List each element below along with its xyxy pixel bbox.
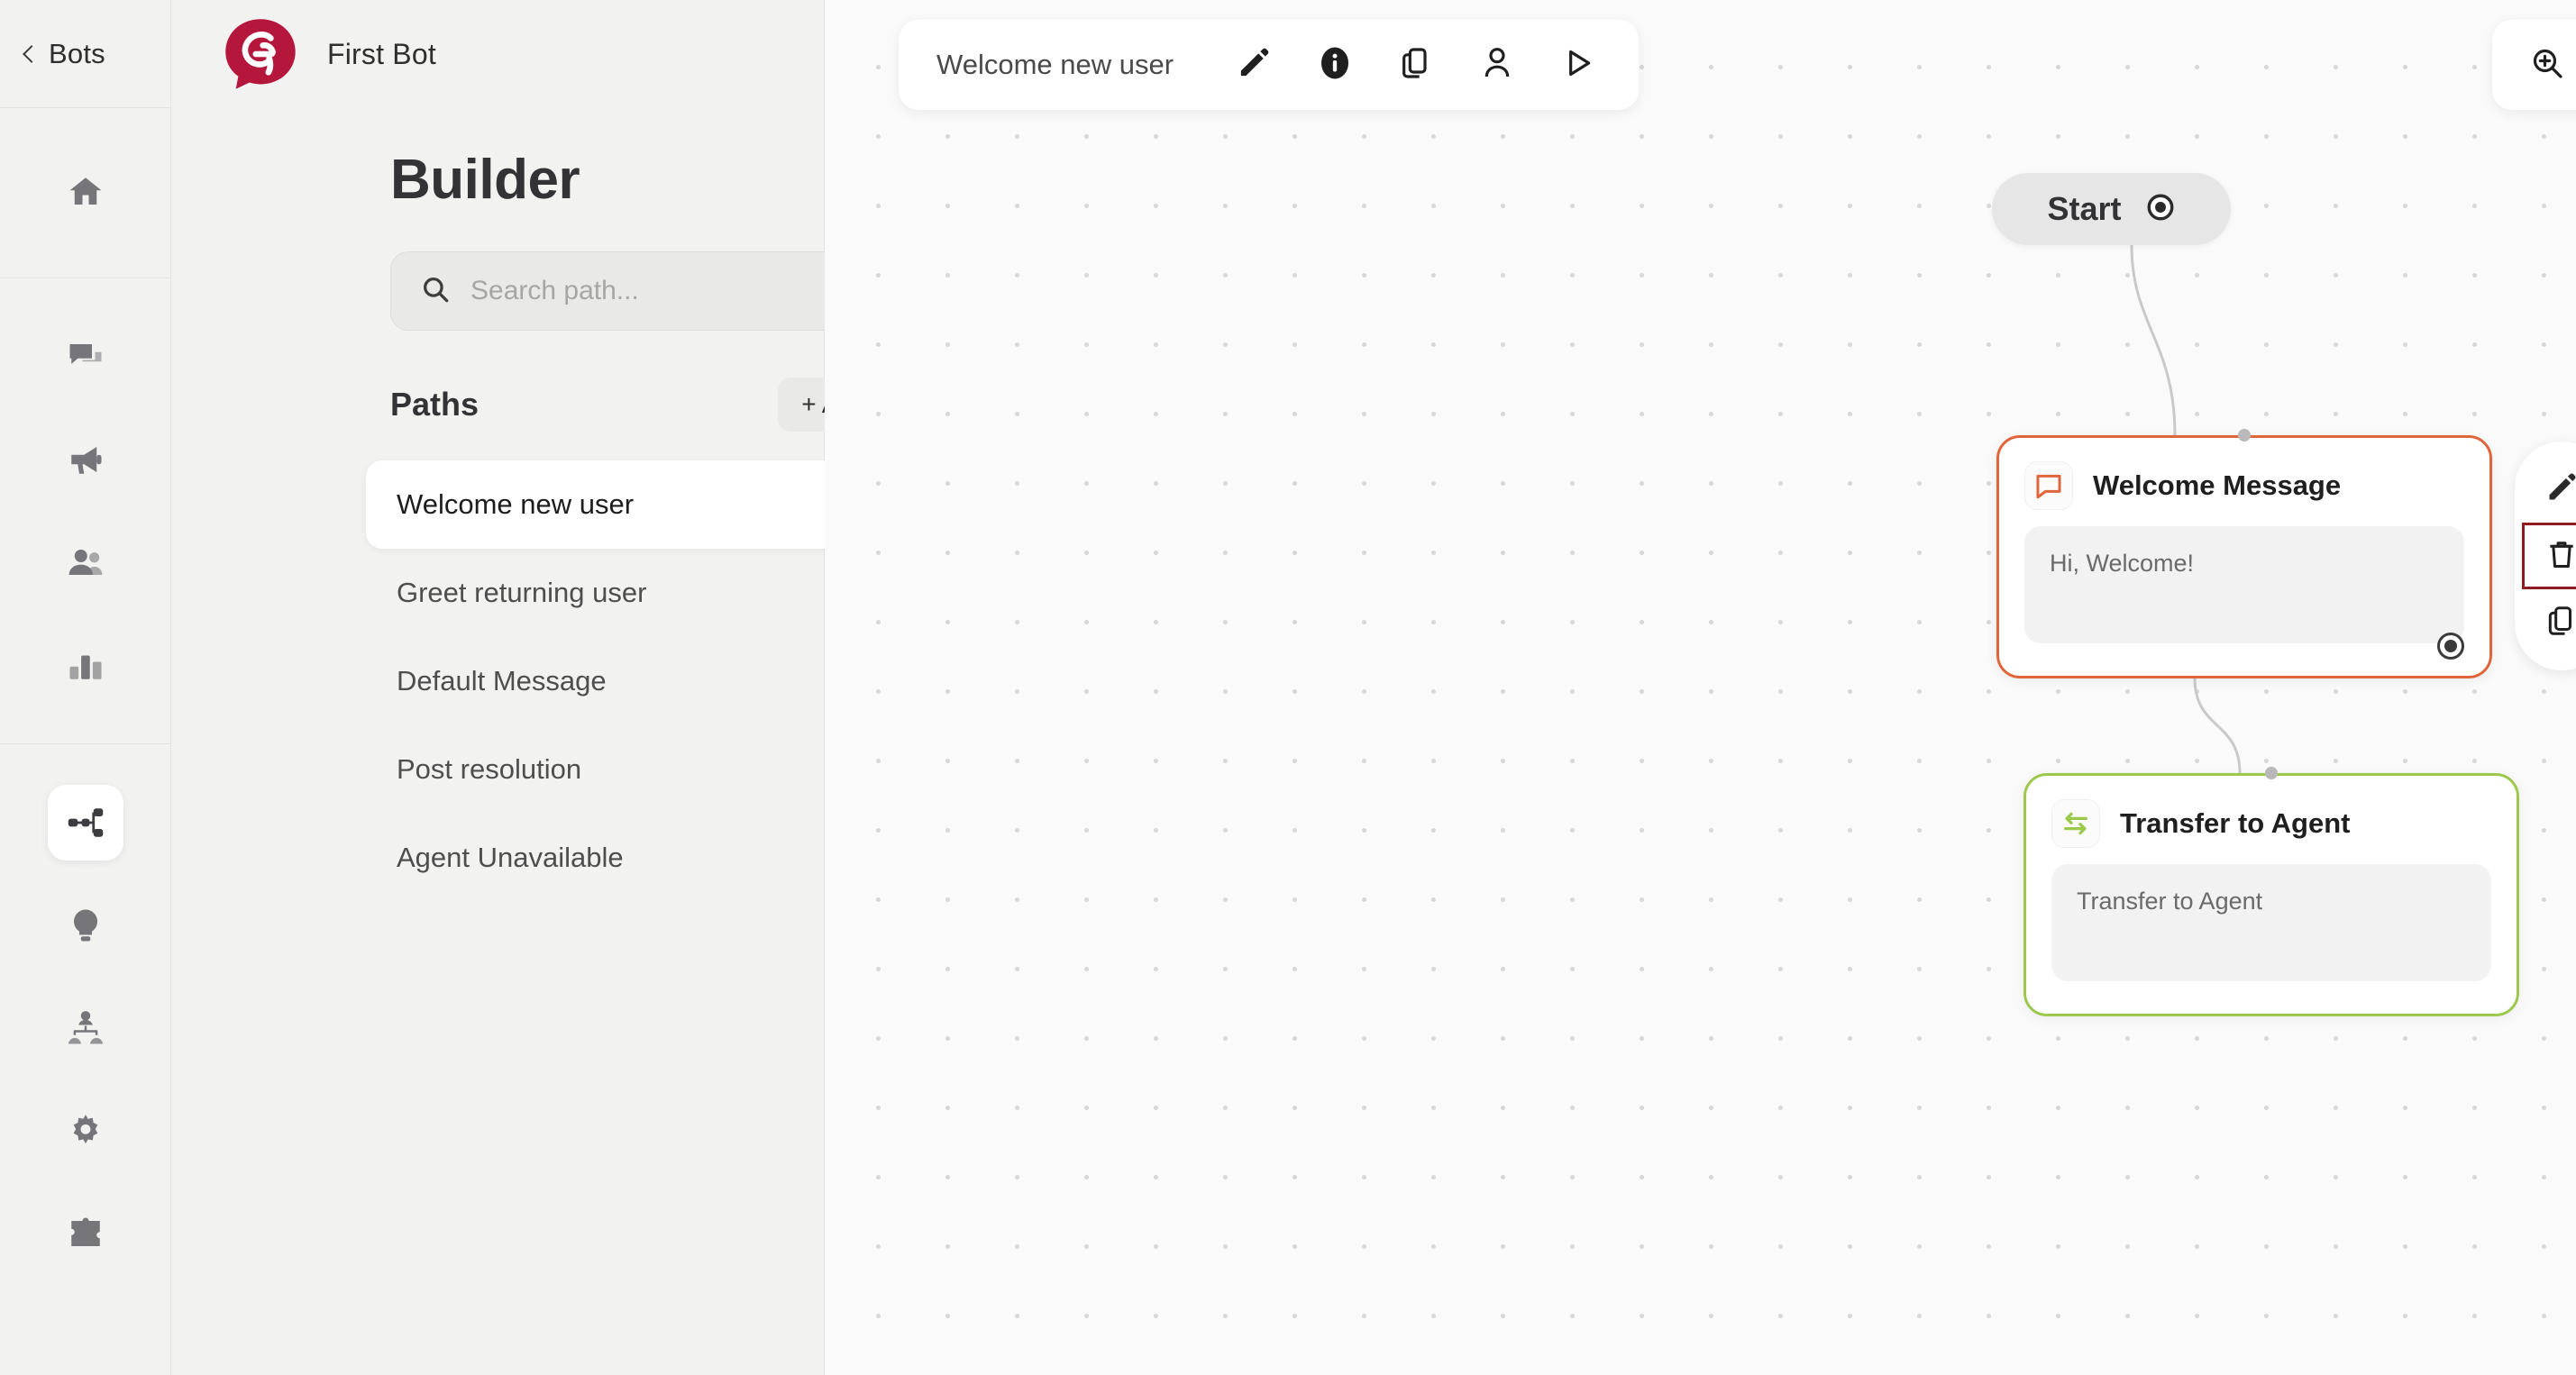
path-info-button[interactable]	[1312, 42, 1357, 87]
chat-bubble-icon	[2024, 461, 2073, 510]
icon-rail: Bots	[0, 0, 171, 1375]
sidebar-item-campaigns[interactable]	[48, 422, 123, 497]
person-icon	[1479, 45, 1515, 86]
node-welcome-message[interactable]: Welcome Message Hi, Welcome!	[1996, 429, 2492, 678]
output-port-icon[interactable]	[2145, 192, 2176, 227]
edit-node-button[interactable]	[2522, 456, 2576, 523]
sidebar-item-analytics[interactable]	[48, 627, 123, 703]
home-icon	[67, 173, 105, 211]
path-item-label: Agent Unavailable	[397, 842, 624, 873]
duplicate-node-button[interactable]	[2522, 589, 2576, 656]
node-input-handle[interactable]	[2238, 429, 2251, 442]
node-title: Welcome Message	[2093, 469, 2342, 501]
back-to-bots[interactable]: Bots	[0, 0, 170, 108]
bot-name: First Bot	[327, 37, 436, 70]
sidebar-item-conversations[interactable]	[48, 319, 123, 395]
play-icon	[1560, 45, 1596, 86]
sidebar-item-integrations[interactable]	[48, 1196, 123, 1271]
gear-icon	[67, 1112, 105, 1150]
path-item-label: Post resolution	[397, 753, 582, 785]
rail-group-primary	[0, 108, 170, 278]
node-header: Transfer to Agent	[2026, 776, 2517, 848]
node-output-port[interactable]	[2437, 633, 2464, 660]
sidebar-item-settings[interactable]	[48, 1093, 123, 1169]
node-input-handle[interactable]	[2265, 767, 2278, 779]
sitemap-icon	[67, 804, 105, 842]
bar-chart-icon	[67, 646, 105, 684]
sidebar-item-insights[interactable]	[48, 888, 123, 963]
node-action-menu	[2515, 442, 2576, 670]
sidebar-item-contacts[interactable]	[48, 524, 123, 600]
search-icon	[420, 274, 451, 309]
flow-edges	[2130, 244, 2242, 774]
path-item-label: Greet returning user	[397, 577, 647, 608]
paths-panel: First Bot Builder Paths + Add Path Welco…	[171, 0, 974, 1375]
panel-header: First Bot	[171, 0, 824, 108]
start-node[interactable]: Start	[1992, 173, 2231, 245]
back-label: Bots	[49, 37, 105, 69]
speech-bubble-logo	[221, 14, 300, 94]
sidebar-item-home[interactable]	[48, 154, 123, 230]
org-chart-icon	[67, 1009, 105, 1047]
node-title: Transfer to Agent	[2120, 807, 2351, 839]
magnifier-plus-icon	[2529, 45, 2565, 86]
page-title: Builder	[390, 149, 580, 211]
path-item-label: Default Message	[397, 665, 607, 697]
users-icon	[67, 543, 105, 581]
run-path-button[interactable]	[1556, 42, 1601, 87]
chevron-left-icon	[20, 45, 38, 63]
node-transfer-to-agent[interactable]: Transfer to Agent Transfer to Agent	[2023, 767, 2519, 1016]
rail-group-engage	[0, 278, 170, 743]
path-item-label: Welcome new user	[397, 488, 635, 520]
flow-canvas[interactable]: Welcome new user Start Welcome Message H…	[825, 0, 2576, 1375]
toolbar-path-title: Welcome new user	[936, 49, 1174, 80]
rail-group-tools	[0, 743, 170, 1312]
lightbulb-icon	[67, 906, 105, 944]
start-node-label: Start	[2047, 190, 2122, 227]
pencil-icon	[2544, 470, 2576, 509]
zoom-controls	[2492, 20, 2576, 110]
puzzle-icon	[67, 1215, 105, 1252]
sidebar-item-teams[interactable]	[48, 990, 123, 1066]
path-toolbar: Welcome new user	[899, 20, 1640, 110]
node-body-text: Hi, Welcome!	[2024, 526, 2464, 643]
zoom-in-button[interactable]	[2525, 42, 2570, 87]
app-root: Bots First Bot Builder Search path... Pa…	[0, 0, 2576, 1375]
duplicate-path-button[interactable]	[1393, 42, 1439, 87]
delete-node-button[interactable]	[2522, 523, 2576, 589]
sidebar-item-builder[interactable]	[47, 785, 123, 861]
node-header: Welcome Message	[1999, 438, 2489, 510]
exchange-arrows-icon	[2051, 799, 2100, 848]
edit-path-button[interactable]	[1231, 42, 1276, 87]
trash-icon	[2544, 537, 2576, 576]
megaphone-icon	[67, 441, 105, 478]
chat-bubbles-icon	[67, 338, 105, 376]
node-body-text: Transfer to Agent	[2051, 864, 2491, 981]
pencil-icon	[1236, 45, 1272, 86]
paths-label: Paths	[390, 386, 480, 423]
info-circle-icon	[1317, 45, 1353, 86]
copy-icon	[1398, 45, 1434, 86]
copy-icon	[2544, 604, 2576, 642]
assign-user-button[interactable]	[1475, 42, 1520, 87]
